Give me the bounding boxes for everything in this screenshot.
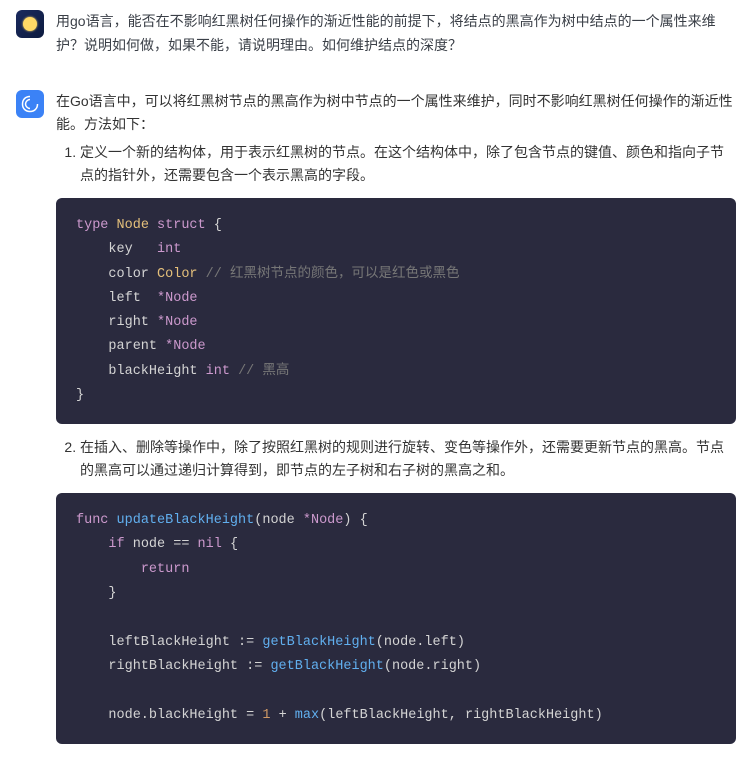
ai-message: 在Go语言中，可以将红黑树节点的黑高作为树中节点的一个属性来维护，同时不影响红黑…	[0, 80, 752, 766]
keyword-return: return	[141, 562, 190, 577]
user-content: 用go语言，能否在不影响红黑树任何操作的渐近性能的前提下，将结点的黑高作为树中结…	[56, 10, 736, 58]
type-int-2: int	[206, 364, 230, 379]
param-node: node	[262, 513, 294, 528]
brace-open-2: {	[360, 513, 368, 528]
paren-close-4: )	[595, 708, 603, 723]
brace-open-3: {	[230, 537, 238, 552]
type-ptr-node-1: *Node	[157, 291, 198, 306]
paren-close-1: )	[343, 513, 351, 528]
answer-list-2: 在插入、删除等操作中，除了按照红黑树的规则进行旋转、变色等操作外，还需要更新节点…	[56, 436, 736, 481]
paren-close-2: )	[457, 635, 465, 650]
brace-open: {	[214, 218, 222, 233]
op-walrus-2: :=	[246, 659, 262, 674]
param-type: *Node	[303, 513, 344, 528]
brace-close-1: }	[76, 388, 84, 403]
code-block-2[interactable]: func updateBlackHeight(node *Node) { if …	[56, 493, 736, 744]
swirl-icon	[21, 95, 39, 113]
ai-avatar	[16, 90, 44, 118]
var-rightbh: rightBlackHeight	[108, 659, 238, 674]
arg-right: rightBlackHeight	[465, 708, 595, 723]
field-blackheight: blackHeight	[108, 364, 197, 379]
list-item-2: 在插入、删除等操作中，除了按照红黑树的规则进行旋转、变色等操作外，还需要更新节点…	[80, 436, 736, 481]
comma: ,	[449, 708, 457, 723]
keyword-type: type	[76, 218, 108, 233]
func-updateblackheight: updateBlackHeight	[117, 513, 255, 528]
func-getbh-2: getBlackHeight	[270, 659, 383, 674]
keyword-if: if	[108, 537, 124, 552]
type-ptr-node-3: *Node	[165, 339, 206, 354]
func-getbh-1: getBlackHeight	[262, 635, 375, 650]
paren-close-3: )	[473, 659, 481, 674]
field-parent: parent	[108, 339, 157, 354]
type-color: Color	[157, 267, 198, 282]
answer-list: 定义一个新的结构体，用于表示红黑树的节点。在这个结构体中，除了包含节点的键值、颜…	[56, 141, 736, 186]
op-walrus-1: :=	[238, 635, 254, 650]
code-block-1[interactable]: type Node struct { key int color Color /…	[56, 198, 736, 424]
field-right: right	[108, 315, 149, 330]
type-int: int	[157, 242, 181, 257]
prop-left: node.left	[384, 635, 457, 650]
var-node-1: node	[133, 537, 165, 552]
func-max: max	[295, 708, 319, 723]
keyword-nil: nil	[198, 537, 222, 552]
field-left: left	[108, 291, 140, 306]
answer-intro: 在Go语言中，可以将红黑树节点的黑高作为树中节点的一个属性来维护，同时不影响红黑…	[56, 90, 736, 138]
keyword-func: func	[76, 513, 108, 528]
op-eq: ==	[173, 537, 189, 552]
comment-1: // 红黑树节点的颜色，可以是红色或黑色	[206, 267, 460, 282]
question-text: 用go语言，能否在不影响红黑树任何操作的渐近性能的前提下，将结点的黑高作为树中结…	[56, 10, 736, 58]
field-key: key	[108, 242, 132, 257]
paren-open-2: (	[376, 635, 384, 650]
paren-open-4: (	[319, 708, 327, 723]
type-node: Node	[117, 218, 149, 233]
list-item-1: 定义一个新的结构体，用于表示红黑树的节点。在这个结构体中，除了包含节点的键值、颜…	[80, 141, 736, 186]
keyword-struct: struct	[157, 218, 206, 233]
paren-open-3: (	[384, 659, 392, 674]
var-leftbh: leftBlackHeight	[108, 635, 230, 650]
user-message: 用go语言，能否在不影响红黑树任何操作的渐近性能的前提下，将结点的黑高作为树中结…	[0, 0, 752, 68]
ai-content: 在Go语言中，可以将红黑树节点的黑高作为树中节点的一个属性来维护，同时不影响红黑…	[56, 90, 736, 756]
prop-right: node.right	[392, 659, 473, 674]
op-assign: =	[246, 708, 254, 723]
comment-2: // 黑高	[238, 364, 289, 379]
num-1: 1	[262, 708, 270, 723]
op-plus: +	[279, 708, 287, 723]
brace-close-2: }	[108, 586, 116, 601]
arg-left: leftBlackHeight	[327, 708, 449, 723]
field-color: color	[108, 267, 149, 282]
prop-bh: node.blackHeight	[108, 708, 238, 723]
user-avatar	[16, 10, 44, 38]
type-ptr-node-2: *Node	[157, 315, 198, 330]
